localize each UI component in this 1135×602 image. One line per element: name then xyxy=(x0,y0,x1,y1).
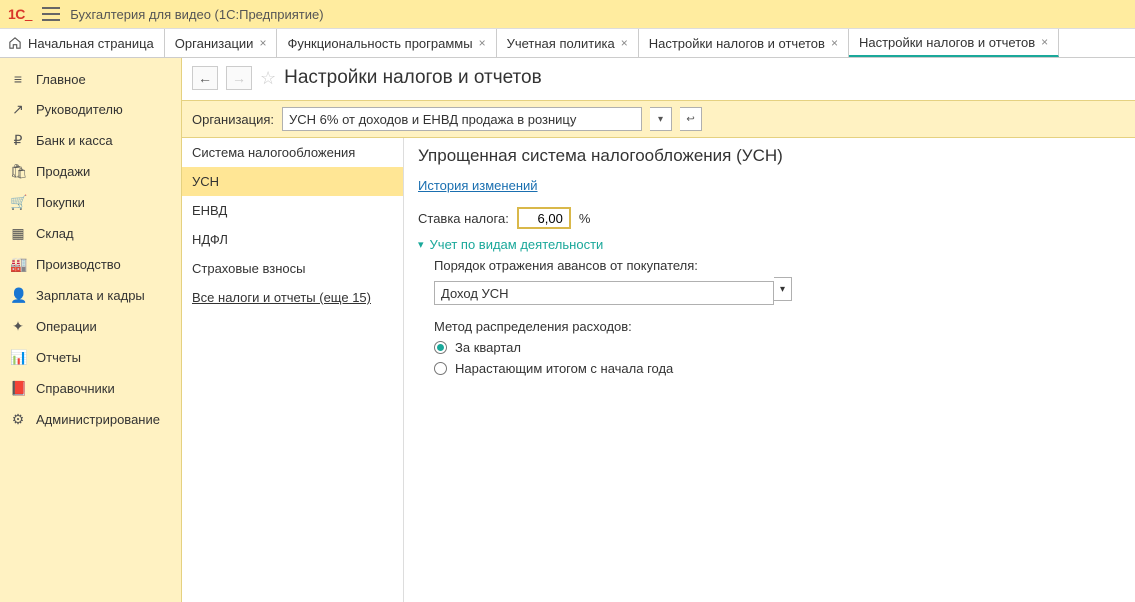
sidebar-item-bank[interactable]: ₽ Банк и касса xyxy=(0,125,181,156)
page-header: ← → ☆ Настройки налогов и отчетов xyxy=(182,58,1135,100)
tab-label: Учетная политика xyxy=(507,36,615,51)
back-button[interactable]: ← xyxy=(192,66,218,90)
sidebar-item-warehouse[interactable]: ▦ Склад xyxy=(0,218,181,249)
sidebar-item-catalogs[interactable]: 📕 Справочники xyxy=(0,373,181,404)
open-button[interactable]: ↩ xyxy=(680,107,702,131)
sidebar-item-manager[interactable]: ↗ Руководителю xyxy=(0,94,181,125)
person-icon: 👤 xyxy=(10,287,26,304)
history-link[interactable]: История изменений xyxy=(418,178,538,193)
tax-rate-label: Ставка налога: xyxy=(418,211,509,226)
dropdown-button[interactable]: ▾ xyxy=(650,107,672,131)
hamburger-icon[interactable] xyxy=(42,7,60,21)
close-icon[interactable]: × xyxy=(831,36,838,50)
ruble-icon: ₽ xyxy=(10,132,26,149)
sidebar-item-label: Покупки xyxy=(36,195,85,210)
gear-icon: ⚙ xyxy=(10,411,26,428)
sidebar-item-label: Банк и касса xyxy=(36,133,113,148)
close-icon[interactable]: × xyxy=(259,36,266,50)
sidebar-item-label: Производство xyxy=(36,257,121,272)
tab-label: Начальная страница xyxy=(28,36,154,51)
sidebar-item-label: Главное xyxy=(36,72,86,87)
sidebar-item-admin[interactable]: ⚙ Администрирование xyxy=(0,404,181,435)
sidebar-item-label: Операции xyxy=(36,319,97,334)
group-activities[interactable]: ▾ Учет по видам деятельности xyxy=(418,237,1121,252)
nav-all-taxes-link[interactable]: Все налоги и отчеты (еще 15) xyxy=(182,283,403,312)
close-icon[interactable]: × xyxy=(1041,35,1048,49)
advance-combo[interactable]: Доход УСН xyxy=(434,281,774,305)
tab-tax-settings-2[interactable]: Настройки налогов и отчетов × xyxy=(849,29,1059,57)
home-icon xyxy=(8,37,22,49)
bag-icon: 🛍 xyxy=(10,163,26,180)
radio-label: Нарастающим итогом с начала года xyxy=(455,361,673,376)
menu-icon: ≡ xyxy=(10,71,26,87)
cart-icon: 🛒 xyxy=(10,194,26,211)
advance-value: Доход УСН xyxy=(441,286,509,301)
sidebar-item-label: Зарплата и кадры xyxy=(36,288,145,303)
forward-button[interactable]: → xyxy=(226,66,252,90)
nav-item-ndfl[interactable]: НДФЛ xyxy=(182,225,403,254)
nav-list: Система налогообложения УСН ЕНВД НДФЛ Ст… xyxy=(182,138,404,602)
dropdown-button[interactable]: ▾ xyxy=(774,277,792,301)
tab-functionality[interactable]: Функциональность программы × xyxy=(277,29,496,57)
form-area: Упрощенная система налогообложения (УСН)… xyxy=(404,138,1135,602)
close-icon[interactable]: × xyxy=(621,36,628,50)
sidebar-item-production[interactable]: 🏭 Производство xyxy=(0,249,181,280)
sidebar-item-label: Администрирование xyxy=(36,412,160,427)
star-icon[interactable]: ☆ xyxy=(260,68,276,89)
page-title: Настройки налогов и отчетов xyxy=(284,67,542,89)
radio-icon xyxy=(434,341,447,354)
tab-home[interactable]: Начальная страница xyxy=(0,29,165,57)
sparkle-icon: ✦ xyxy=(10,318,26,335)
sidebar-item-label: Склад xyxy=(36,226,74,241)
tab-label: Организации xyxy=(175,36,254,51)
grid-icon: ▦ xyxy=(10,225,26,242)
org-select[interactable] xyxy=(282,107,642,131)
bars-icon: 📊 xyxy=(10,349,26,366)
sidebar-item-label: Руководителю xyxy=(36,102,123,117)
sidebar-item-label: Справочники xyxy=(36,381,115,396)
sidebar-item-label: Отчеты xyxy=(36,350,81,365)
sidebar-item-sales[interactable]: 🛍 Продажи xyxy=(0,156,181,187)
sidebar-item-salary[interactable]: 👤 Зарплата и кадры xyxy=(0,280,181,311)
form-title: Упрощенная система налогообложения (УСН) xyxy=(418,146,1121,166)
sidebar: ≡ Главное ↗ Руководителю ₽ Банк и касса 🛍 Пр… xyxy=(0,58,182,602)
radio-cumulative[interactable]: Нарастающим итогом с начала года xyxy=(434,361,1121,376)
method-label: Метод распределения расходов: xyxy=(434,319,1121,334)
tax-rate-input[interactable] xyxy=(517,207,571,229)
title-bar: 1C_ Бухгалтерия для видео (1С:Предприяти… xyxy=(0,0,1135,28)
chevron-down-icon: ▾ xyxy=(418,238,424,251)
sidebar-item-reports[interactable]: 📊 Отчеты xyxy=(0,342,181,373)
radio-quarter[interactable]: За квартал xyxy=(434,340,1121,355)
tab-tax-settings-1[interactable]: Настройки налогов и отчетов × xyxy=(639,29,849,57)
nav-item-envd[interactable]: ЕНВД xyxy=(182,196,403,225)
tab-bar: Начальная страница Организации × Функцио… xyxy=(0,28,1135,58)
nav-item-tax-system[interactable]: Система налогообложения xyxy=(182,138,403,167)
group-label: Учет по видам деятельности xyxy=(430,237,604,252)
tab-accounting-policy[interactable]: Учетная политика × xyxy=(497,29,639,57)
advance-label: Порядок отражения авансов от покупателя: xyxy=(434,258,1121,273)
tab-label: Настройки налогов и отчетов xyxy=(859,35,1035,50)
factory-icon: 🏭 xyxy=(10,256,26,273)
filter-bar: Организация: ▾ ↩ xyxy=(182,100,1135,138)
app-title: Бухгалтерия для видео (1С:Предприятие) xyxy=(70,7,323,22)
nav-item-insurance[interactable]: Страховые взносы xyxy=(182,254,403,283)
sidebar-item-label: Продажи xyxy=(36,164,90,179)
tab-label: Настройки налогов и отчетов xyxy=(649,36,825,51)
sidebar-item-main[interactable]: ≡ Главное xyxy=(0,64,181,94)
tab-label: Функциональность программы xyxy=(287,36,472,51)
tab-organizations[interactable]: Организации × xyxy=(165,29,278,57)
nav-item-usn[interactable]: УСН xyxy=(182,167,403,196)
tax-rate-suffix: % xyxy=(579,211,591,226)
radio-icon xyxy=(434,362,447,375)
radio-label: За квартал xyxy=(455,340,521,355)
logo-1c: 1C_ xyxy=(8,6,32,22)
chart-icon: ↗ xyxy=(10,101,26,118)
content: ← → ☆ Настройки налогов и отчетов Органи… xyxy=(182,58,1135,602)
sidebar-item-purchases[interactable]: 🛒 Покупки xyxy=(0,187,181,218)
org-label: Организация: xyxy=(192,112,274,127)
sidebar-item-operations[interactable]: ✦ Операции xyxy=(0,311,181,342)
book-icon: 📕 xyxy=(10,380,26,397)
close-icon[interactable]: × xyxy=(479,36,486,50)
